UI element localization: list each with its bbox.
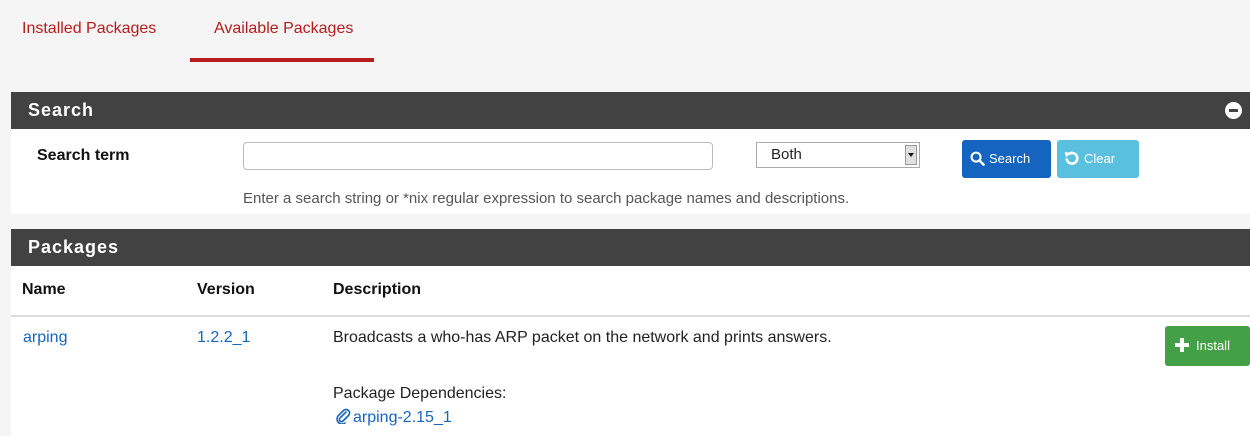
plus-icon — [1175, 338, 1189, 353]
search-panel-title: Search — [28, 100, 95, 120]
search-panel: Search Search term Both Search Clear Ent… — [11, 92, 1250, 214]
column-header-name: Name — [22, 281, 66, 298]
table-header-divider — [11, 315, 1250, 317]
search-scope-value: Both — [771, 146, 802, 163]
package-dependency-link[interactable]: arping-2.15_1 — [335, 408, 452, 427]
search-input[interactable] — [243, 142, 713, 170]
clear-button[interactable]: Clear — [1057, 140, 1139, 178]
clear-button-label: Clear — [1084, 151, 1116, 166]
chevron-down-icon — [905, 145, 917, 165]
install-button[interactable]: Install — [1165, 326, 1250, 366]
undo-icon — [1064, 151, 1079, 165]
search-help-text: Enter a search string or *nix regular ex… — [243, 190, 850, 207]
tab-available-packages[interactable]: Available Packages — [214, 20, 353, 38]
minus-circle-icon[interactable] — [1225, 102, 1242, 119]
column-header-version: Version — [197, 281, 255, 298]
search-scope-select[interactable]: Both — [756, 142, 920, 168]
package-dependencies-label: Package Dependencies: — [333, 385, 507, 402]
search-icon — [970, 151, 985, 166]
packages-panel-heading: Packages — [11, 229, 1250, 266]
packages-panel: Packages Name Version Description arping… — [11, 229, 1250, 436]
search-panel-heading: Search — [11, 92, 1250, 129]
paperclip-icon — [336, 408, 351, 426]
packages-panel-title: Packages — [28, 237, 120, 257]
package-description: Broadcasts a who-has ARP packet on the n… — [333, 329, 832, 346]
package-version-link[interactable]: 1.2.2_1 — [197, 329, 250, 347]
column-header-description: Description — [333, 281, 422, 298]
package-dependency-label: arping-2.15_1 — [353, 409, 452, 426]
package-name-link[interactable]: arping — [23, 329, 67, 347]
search-term-label: Search term — [37, 147, 130, 164]
search-button-label: Search — [989, 151, 1031, 166]
tab-installed-packages[interactable]: Installed Packages — [22, 20, 156, 38]
install-button-label: Install — [1196, 338, 1230, 353]
active-tab-indicator — [190, 58, 374, 62]
search-button[interactable]: Search — [962, 140, 1051, 178]
